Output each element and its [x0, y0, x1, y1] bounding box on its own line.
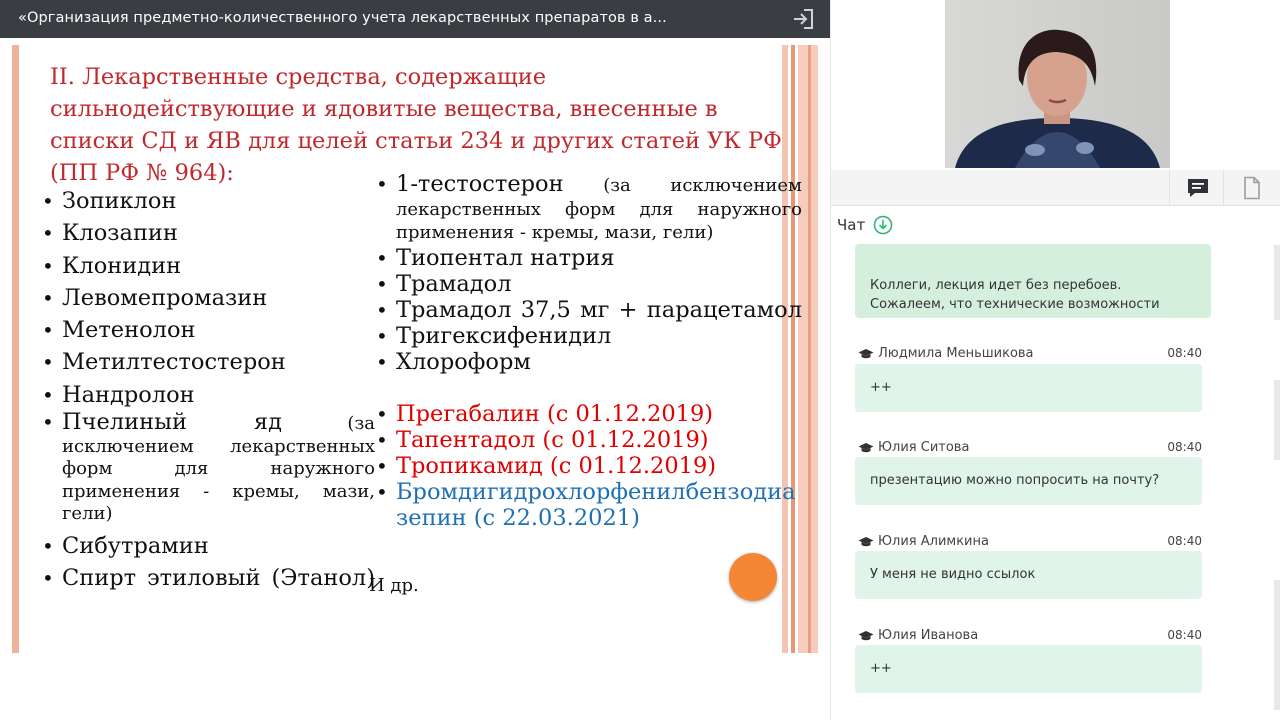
chat-message: У меня не видно ссылок — [855, 551, 1202, 599]
message-author: Юлия Иванова — [878, 628, 979, 643]
list-item-title: 1-тестостерон — [396, 171, 564, 197]
toolbar-separator — [1223, 170, 1224, 206]
adjacent-panel-edge — [1270, 150, 1280, 720]
list-item: Тропикамид (с 01.12.2019) — [374, 453, 802, 479]
graduation-cap-icon — [858, 537, 874, 547]
speaker-video-frame — [945, 0, 1170, 168]
edge-block — [1274, 380, 1280, 460]
files-tab-button[interactable] — [1241, 176, 1263, 200]
list-item: Зопиклон — [40, 185, 375, 218]
list-item: 1-тестостерон (за исключением лекарствен… — [374, 171, 802, 245]
list-item: Сибутрамин — [40, 530, 375, 563]
presentation-title-bar: «Организация предметно-количественного у… — [0, 0, 830, 38]
chat-tab-button[interactable] — [1186, 177, 1210, 199]
message-meta: Юлия Иванова 08:40 — [858, 628, 1202, 644]
chat-icon — [1188, 179, 1208, 197]
graduation-cap-icon — [858, 631, 874, 641]
list-item: Прегабалин (с 01.12.2019) — [374, 401, 802, 427]
list-item: Трамадол — [374, 271, 802, 297]
presentation-title: «Организация предметно-количественного у… — [18, 10, 667, 26]
chat-message: ++ — [855, 645, 1202, 693]
exit-button[interactable] — [787, 4, 819, 34]
exit-icon — [794, 9, 813, 29]
list-item: Тапентадол (с 01.12.2019) — [374, 427, 802, 453]
chat-message: презентацию можно попросить на почту? — [855, 457, 1202, 505]
chat-message: ++ — [855, 364, 1202, 412]
laser-pointer — [729, 553, 777, 601]
document-icon — [1244, 176, 1260, 200]
list-item: Тригексифенидил — [374, 323, 802, 349]
slide-left-border — [12, 45, 19, 653]
pinned-message: Коллеги, лекция идет без перебоев. Сожал… — [855, 244, 1211, 318]
message-meta: Юлия Алимкина 08:40 — [858, 534, 1202, 550]
graduation-cap-icon — [858, 349, 874, 359]
side-panel-toolbar — [831, 170, 1280, 206]
graduation-cap-icon — [858, 443, 874, 453]
toolbar-separator — [1169, 170, 1170, 206]
slide-right-stripe — [808, 45, 811, 653]
list-item: Трамадол 37,5 мг + парацетамол — [374, 297, 802, 323]
list-item-title: Пчелиный яд — [62, 409, 282, 436]
message-meta: Юлия Ситова 08:40 — [858, 440, 1202, 456]
list-item: Метилтестостерон — [40, 346, 375, 379]
message-time: 08:40 — [1167, 346, 1202, 360]
left-drug-list: Зопиклон Клозапин Клонидин Левомепромази… — [40, 185, 375, 594]
panel-divider — [830, 0, 831, 720]
list-item: Тиопентал натрия — [374, 245, 802, 271]
download-circle-icon[interactable] — [873, 215, 893, 235]
list-item: Левомепромазин — [40, 282, 375, 315]
message-author: Людмила Меньшикова — [878, 346, 1034, 361]
slide-etc-note: И др. — [369, 575, 419, 596]
chat-header: Чат — [837, 214, 893, 236]
message-meta: Людмила Меньшикова 08:40 — [858, 346, 1202, 362]
message-author: Юлия Алимкина — [878, 534, 989, 549]
edge-block — [1274, 580, 1280, 710]
list-item: Пчелиный яд (за исключением лекарственны… — [40, 411, 375, 526]
list-item: Клонидин — [40, 250, 375, 283]
list-item: Нандролон — [40, 379, 375, 412]
webcam-video[interactable] — [945, 0, 1170, 168]
chat-title: Чат — [837, 216, 866, 234]
list-item: Бромдигидрохлорфенилбензодиазепин (с 22.… — [374, 479, 802, 531]
message-time: 08:40 — [1167, 440, 1202, 454]
message-author: Юлия Ситова — [878, 440, 970, 455]
edge-block — [1274, 245, 1280, 320]
list-item: Спирт этиловый (Этанол) — [40, 562, 375, 595]
message-time: 08:40 — [1167, 534, 1202, 548]
list-item: Хлороформ — [374, 349, 802, 375]
slide-heading: II. Лекарственные средства, содержащие с… — [50, 64, 782, 186]
presentation-slide: II. Лекарственные средства, содержащие с… — [12, 45, 818, 653]
message-time: 08:40 — [1167, 628, 1202, 642]
list-item: Клозапин — [40, 217, 375, 250]
list-item: Метенолон — [40, 314, 375, 347]
right-drug-list: 1-тестостерон (за исключением лекарствен… — [374, 171, 802, 531]
